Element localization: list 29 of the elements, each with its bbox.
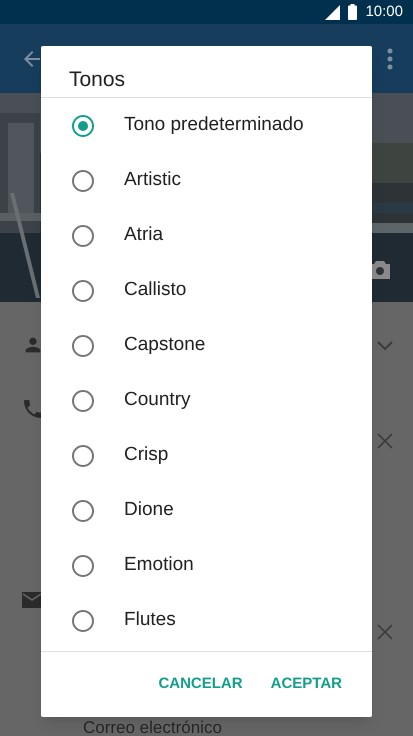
- signal-icon: [325, 4, 340, 20]
- ringtone-option[interactable]: Emotion: [41, 538, 372, 593]
- close-icon[interactable]: [377, 624, 393, 640]
- ringtone-option[interactable]: Dione: [41, 483, 372, 538]
- more-options-icon[interactable]: [387, 48, 393, 70]
- ringtone-option[interactable]: Flutes: [41, 593, 372, 648]
- close-icon[interactable]: [377, 433, 393, 449]
- ringtone-option[interactable]: Tono predeterminado: [41, 98, 372, 153]
- option-label: Tono predeterminado: [124, 113, 304, 138]
- ringtone-option[interactable]: Crisp: [41, 428, 372, 483]
- ringtone-option[interactable]: Country: [41, 373, 372, 428]
- option-label: Atria: [124, 223, 164, 248]
- option-label: Dione: [124, 498, 174, 522]
- ringtone-option[interactable]: Capstone: [41, 318, 372, 373]
- battery-icon: [348, 4, 358, 20]
- option-label: Emotion: [124, 553, 194, 578]
- option-label: Crisp: [124, 443, 168, 468]
- option-label: Callisto: [124, 278, 186, 302]
- ringtone-option[interactable]: Callisto: [41, 263, 372, 318]
- ringtone-option[interactable]: Artistic: [41, 153, 372, 208]
- mail-icon: [20, 590, 44, 610]
- ringtone-option[interactable]: Atria: [41, 208, 372, 263]
- option-label: Artistic: [124, 168, 181, 192]
- dialog-title: Tonos: [69, 67, 126, 93]
- email-field-label: Correo electrónico: [83, 717, 222, 736]
- status-time: 10:00: [365, 2, 403, 22]
- option-label: Country: [124, 388, 191, 412]
- option-label: Capstone: [124, 333, 206, 358]
- option-label: Flutes: [124, 608, 176, 632]
